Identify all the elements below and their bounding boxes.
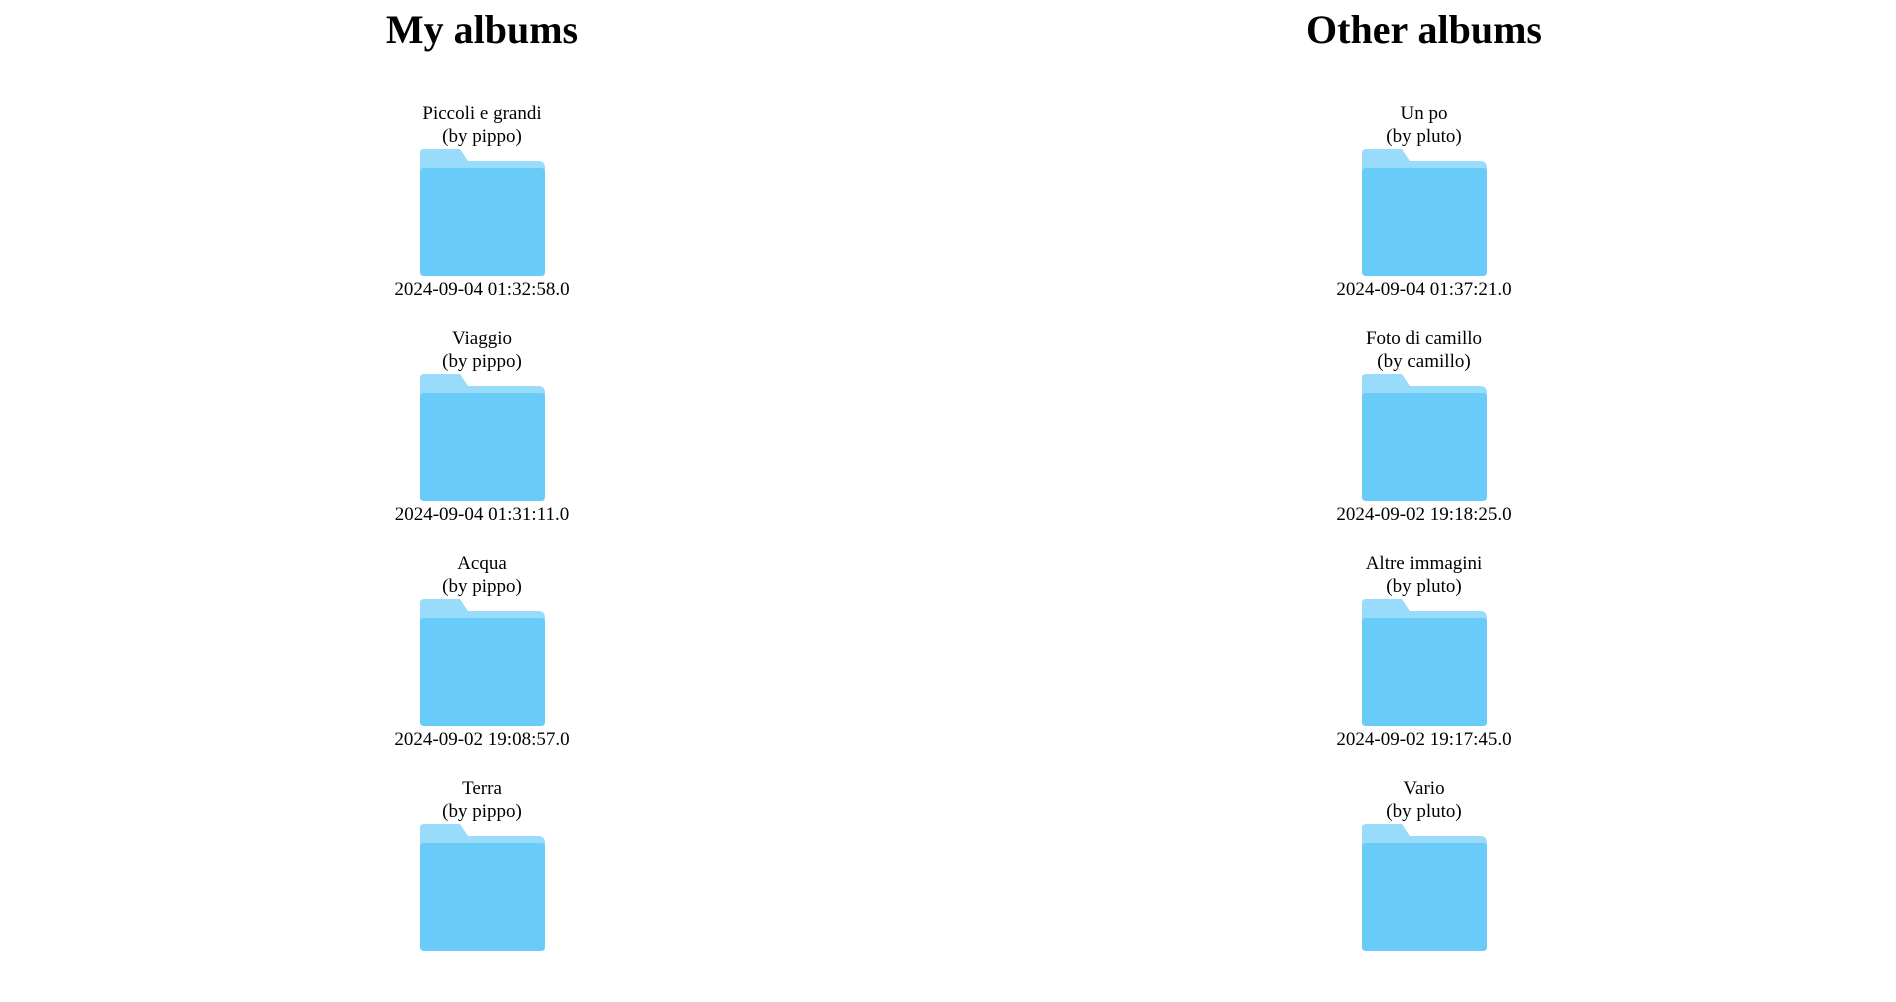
folder-icon[interactable]: [419, 149, 545, 276]
folder-icon[interactable]: [1361, 599, 1487, 726]
album-date: 2024-09-04 01:32:58.0: [394, 279, 570, 300]
album-owner: (by pippo): [442, 351, 522, 372]
album-item[interactable]: Un po (by pluto) 2024-09-04 01:37:21.0: [1224, 102, 1624, 327]
album-owner: (by camillo): [1377, 351, 1471, 372]
other-albums-column: Other albums Un po (by pluto) 2024-09-04…: [1224, 0, 1624, 1002]
album-title: Un po: [1400, 103, 1448, 124]
album-owner: (by pluto): [1386, 126, 1462, 147]
album-date: 2024-09-02 19:08:57.0: [394, 729, 570, 750]
album-owner: (by pluto): [1386, 576, 1462, 597]
my-albums-column: My albums Piccoli e grandi (by pippo) 20…: [282, 0, 682, 1002]
album-item[interactable]: Vario (by pluto): [1224, 777, 1624, 1002]
other-albums-heading: Other albums: [1306, 7, 1542, 52]
album-item[interactable]: Terra (by pippo): [282, 777, 682, 1002]
folder-icon[interactable]: [419, 599, 545, 726]
album-title: Piccoli e grandi: [422, 103, 542, 124]
folder-icon[interactable]: [419, 374, 545, 501]
album-date: 2024-09-04 01:31:11.0: [394, 504, 570, 525]
album-title: Acqua: [457, 553, 507, 574]
album-owner: (by pippo): [442, 801, 522, 822]
album-item[interactable]: Piccoli e grandi (by pippo) 2024-09-04 0…: [282, 102, 682, 327]
album-title: Vario: [1403, 778, 1445, 799]
album-title: Foto di camillo: [1365, 328, 1483, 349]
album-title: Altre immagini: [1365, 553, 1483, 574]
folder-icon[interactable]: [1361, 374, 1487, 501]
album-item[interactable]: Altre immagini (by pluto) 2024-09-02 19:…: [1224, 552, 1624, 777]
album-item[interactable]: Foto di camillo (by camillo) 2024-09-02 …: [1224, 327, 1624, 552]
album-owner: (by pippo): [442, 126, 522, 147]
album-title: Viaggio: [451, 328, 513, 349]
album-date: 2024-09-02 19:18:25.0: [1336, 504, 1512, 525]
album-date: 2024-09-04 01:37:21.0: [1336, 279, 1512, 300]
folder-icon[interactable]: [419, 824, 545, 951]
album-owner: (by pippo): [442, 576, 522, 597]
my-albums-list: Piccoli e grandi (by pippo) 2024-09-04 0…: [282, 102, 682, 1002]
folder-icon[interactable]: [1361, 824, 1487, 951]
other-albums-list: Un po (by pluto) 2024-09-04 01:37:21.0 F…: [1224, 102, 1624, 1002]
my-albums-heading: My albums: [385, 7, 579, 52]
folder-icon[interactable]: [1361, 149, 1487, 276]
album-item[interactable]: Acqua (by pippo) 2024-09-02 19:08:57.0: [282, 552, 682, 777]
album-title: Terra: [462, 778, 502, 799]
album-owner: (by pluto): [1386, 801, 1462, 822]
album-item[interactable]: Viaggio (by pippo) 2024-09-04 01:31:11.0: [282, 327, 682, 552]
album-date: 2024-09-02 19:17:45.0: [1336, 729, 1512, 750]
